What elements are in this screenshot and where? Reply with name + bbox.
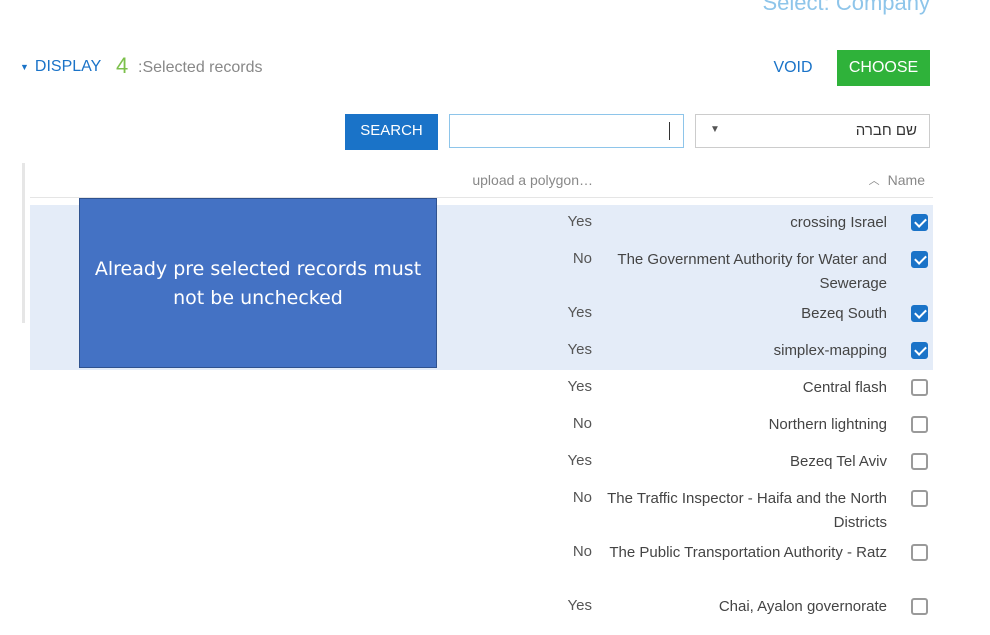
name-cell: Northern lightning: [768, 416, 887, 433]
page-title: Select: Company: [762, 0, 930, 15]
table-row[interactable]: No The Traffic Inspector - Haifa and the …: [30, 481, 933, 535]
polygon-cell: No: [572, 543, 592, 560]
search-button[interactable]: SEARCH: [345, 114, 438, 150]
selected-count: 4: [116, 53, 129, 78]
checkbox-checked[interactable]: [911, 251, 928, 268]
polygon-cell: No: [572, 250, 592, 267]
table-row[interactable]: Yes Bezeq Tel Aviv: [30, 444, 933, 481]
name-cell: Bezeq South: [801, 305, 887, 322]
search-input[interactable]: [449, 114, 684, 148]
name-cell: crossing Israel: [790, 214, 887, 231]
choose-button[interactable]: CHOOSE: [837, 50, 930, 86]
column-header-name[interactable]: ︿ Name: [869, 172, 925, 188]
polygon-cell: Yes: [567, 597, 592, 614]
scrollbar[interactable]: [22, 163, 25, 323]
name-cell: Central flash: [802, 379, 887, 396]
search-field-select[interactable]: שם חברה ▼: [695, 114, 930, 148]
polygon-cell: No: [572, 415, 592, 432]
table-row[interactable]: No The Public Transportation Authority - …: [30, 535, 933, 589]
table-row[interactable]: Yes Chai, Ayalon governorate: [30, 589, 933, 626]
table-row[interactable]: No Northern lightning: [30, 407, 933, 444]
text-cursor: [669, 122, 670, 140]
display-toggle[interactable]: ▼ DISPLAY: [20, 58, 101, 76]
name-cell: The Traffic Inspector - Haifa and the No…: [607, 490, 887, 531]
caret-down-icon: ▼: [20, 62, 29, 72]
checkbox-unchecked[interactable]: [911, 453, 928, 470]
polygon-cell: Yes: [567, 213, 592, 230]
void-button[interactable]: VOID: [760, 50, 826, 86]
checkbox-checked[interactable]: [911, 214, 928, 231]
selected-records-label: :Selected records: [138, 59, 263, 76]
polygon-cell: Yes: [567, 341, 592, 358]
name-cell: Chai, Ayalon governorate: [718, 598, 887, 615]
column-header-name-label: Name: [887, 172, 925, 188]
checkbox-checked[interactable]: [911, 342, 928, 359]
checkbox-checked[interactable]: [911, 305, 928, 322]
callout-text: Already pre selected records must not be…: [94, 258, 422, 309]
display-label: DISPLAY: [34, 58, 102, 75]
polygon-cell: Yes: [567, 378, 592, 395]
polygon-cell: No: [572, 489, 592, 506]
checkbox-unchecked[interactable]: [911, 598, 928, 615]
checkbox-unchecked[interactable]: [911, 416, 928, 433]
name-cell: The Government Authority for Water and S…: [617, 251, 887, 292]
name-cell: Bezeq Tel Aviv: [789, 453, 887, 470]
column-header-polygon[interactable]: upload a polygon…: [472, 172, 593, 188]
polygon-cell: Yes: [567, 452, 592, 469]
name-cell: The Public Transportation Authority - Ra…: [609, 544, 887, 561]
checkbox-unchecked[interactable]: [911, 490, 928, 507]
chevron-down-icon: ▼: [710, 124, 720, 135]
sort-up-icon: ︿: [868, 175, 880, 187]
table-header: upload a polygon… ︿ Name: [30, 165, 933, 198]
checkbox-unchecked[interactable]: [911, 379, 928, 396]
search-field-value: שם חברה: [855, 122, 917, 139]
name-cell: simplex-mapping: [773, 342, 887, 359]
checkbox-unchecked[interactable]: [911, 544, 928, 561]
table-row[interactable]: Yes Central flash: [30, 370, 933, 407]
annotation-callout: Already pre selected records must not be…: [79, 198, 437, 368]
polygon-cell: Yes: [567, 304, 592, 321]
